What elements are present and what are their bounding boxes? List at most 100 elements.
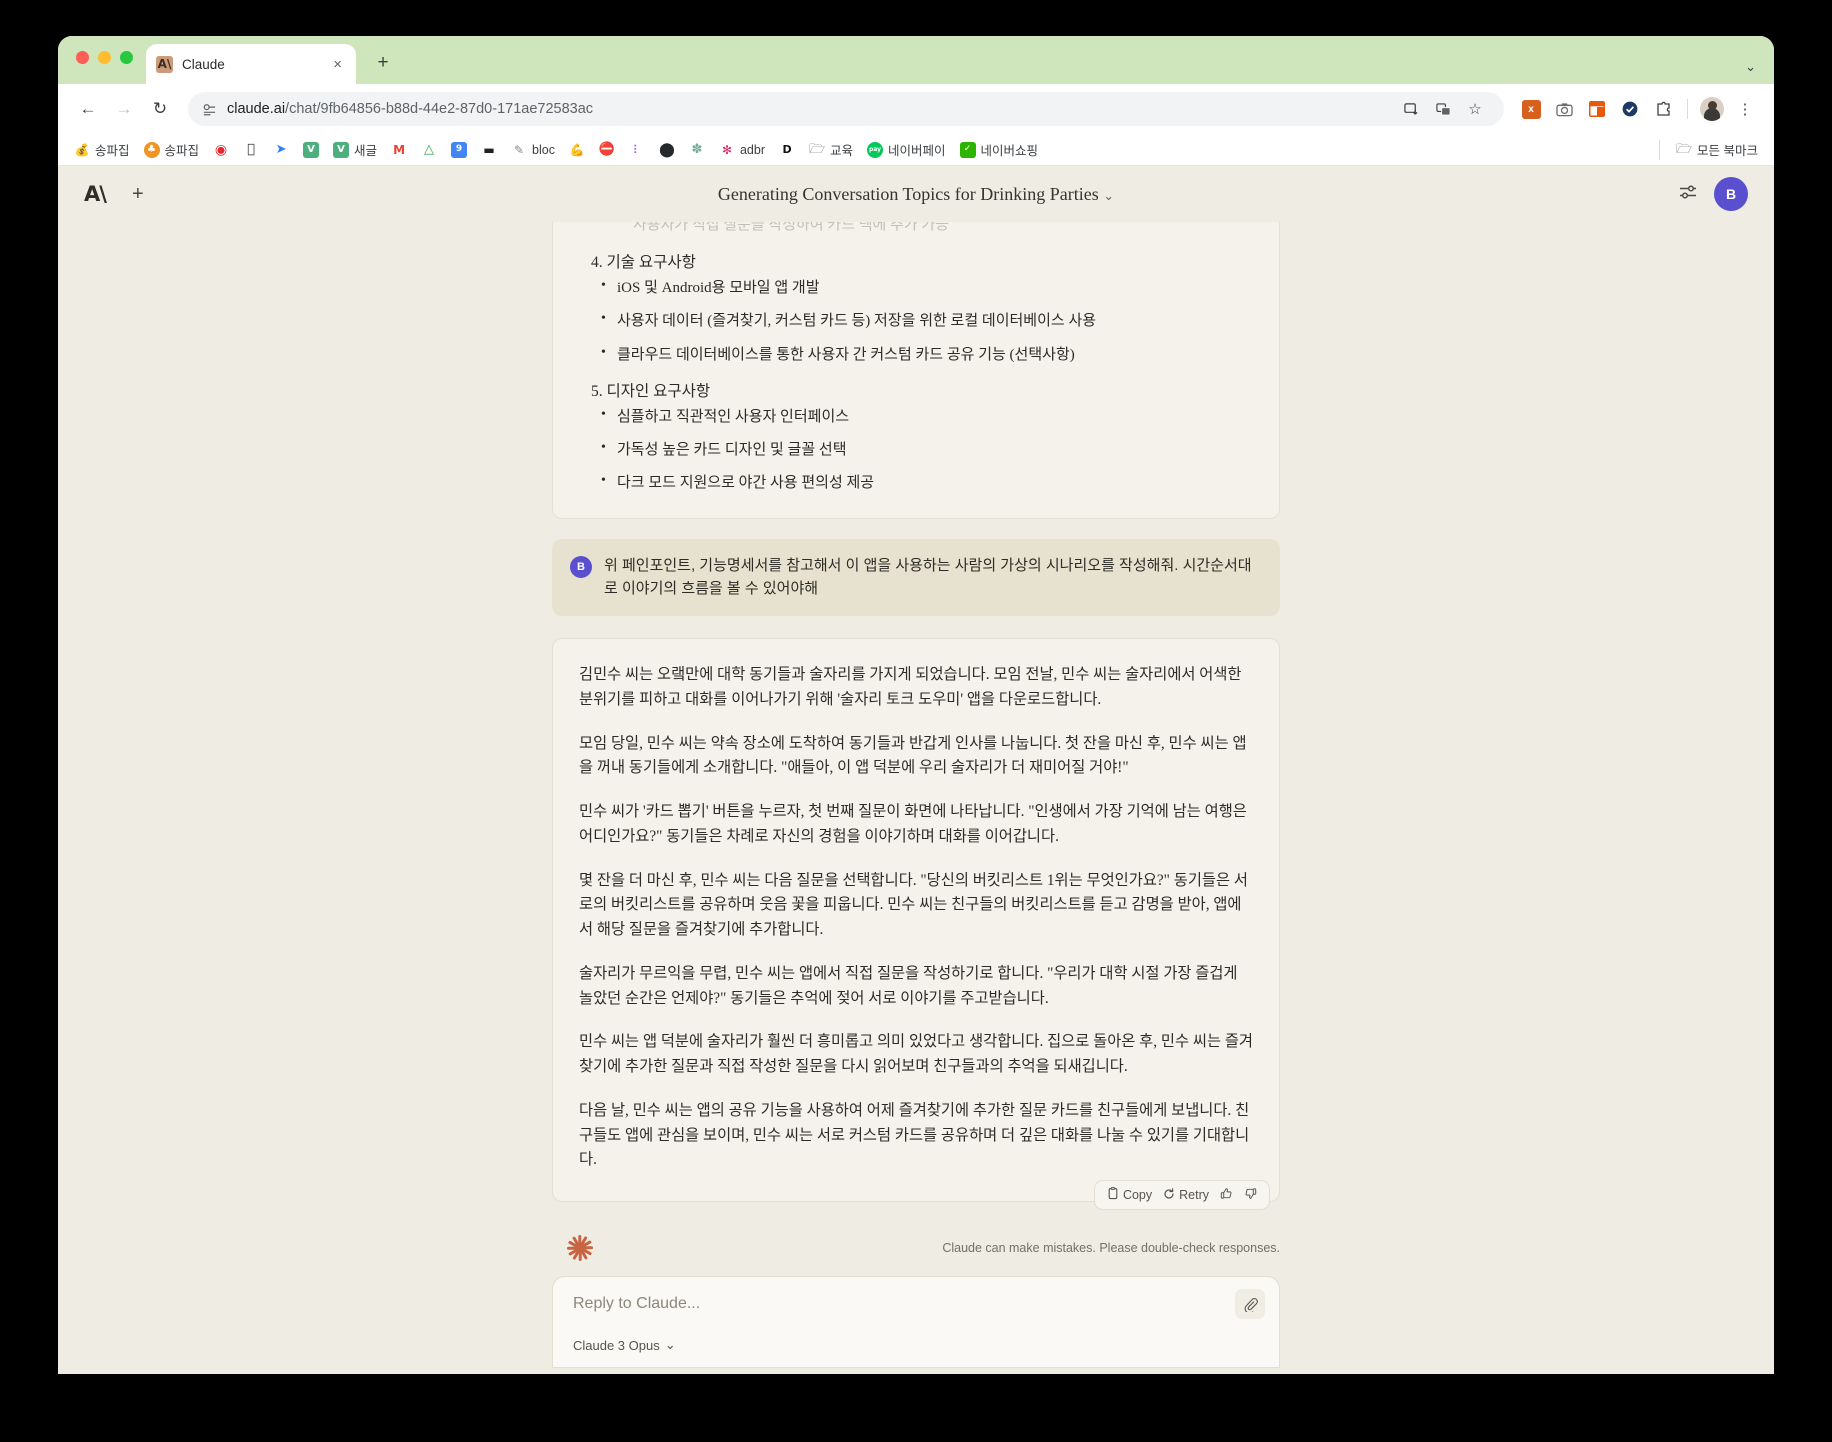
assistant-message: 김민수 씨는 오랰만에 대학 동기들과 술자리를 가지게 되었습니다. 모임 전… — [552, 638, 1280, 1203]
disclaimer-text: Claude can make mistakes. Please double-… — [942, 1241, 1280, 1256]
url-path: /chat/9fb64856-b88d-44e2-87d0-171ae72583… — [285, 101, 594, 117]
check-extension-icon[interactable] — [1615, 94, 1645, 124]
puzzle-extension-icon[interactable] — [1648, 94, 1678, 124]
forward-button[interactable]: → — [108, 93, 140, 125]
user-message: B 위 페인포인트, 기능명세서를 참고해서 이 앱을 사용하는 사람의 가상의… — [552, 538, 1280, 616]
pen-icon: ✎ — [514, 142, 525, 157]
bookmark-item[interactable]: ➤ — [267, 139, 295, 161]
naver-pay-icon: pay — [867, 141, 884, 158]
bookmark-item[interactable]: 💰 송파집 — [68, 137, 136, 162]
velog-icon: V — [333, 141, 350, 158]
excel-extension-icon[interactable]: x — [1516, 94, 1546, 124]
assistant-paragraph: 민수 씨는 앱 덕분에 술자리가 훨씬 더 흥미롭고 의미 있었다고 생각합니다… — [579, 1033, 1253, 1076]
bookmark-item[interactable]: ✽ — [683, 139, 711, 161]
model-selector[interactable]: Claude 3 Opus ⌄ — [573, 1337, 676, 1353]
user-avatar[interactable]: B — [1714, 177, 1748, 211]
bookmark-item[interactable]: ♣ 송파집 — [138, 137, 206, 162]
translate-icon[interactable] — [1428, 94, 1458, 124]
bookmark-item[interactable]: D — [773, 139, 801, 161]
bookmark-star-icon[interactable]: ☆ — [1460, 94, 1490, 124]
new-chat-button[interactable]: + — [132, 183, 144, 206]
list-item: iOS 및 Android용 모바일 앱 개발 — [601, 277, 1255, 298]
no-entry-icon: ⛔ — [598, 142, 616, 157]
message-composer[interactable]: Reply to Claude... Claude 3 Opus ⌄ — [552, 1276, 1280, 1369]
folder-icon: 🗁 — [808, 142, 826, 157]
list-item: 클라우드 데이터베이스를 통한 사용자 간 커스텀 카드 공유 기능 (선택사항… — [601, 343, 1255, 365]
retry-label: Retry — [1179, 1188, 1209, 1203]
header-right: B — [1678, 177, 1748, 211]
slack-icon: ✻ — [721, 142, 733, 157]
bookmark-label: 교육 — [830, 144, 854, 158]
bookmark-item[interactable]: ✓ 네이버쇼핑 — [954, 137, 1045, 162]
chevron-down-icon[interactable]: ⌄ — [1103, 188, 1114, 203]
anthropic-logo-icon[interactable]: A\ — [84, 182, 107, 206]
bookmarks-bar: 💰송파집 ♣송파집 ◉  ➤ V V새글 M △ 9 ▬ ✎bloc 💪 ⛔ … — [58, 134, 1774, 166]
camera-extension-icon[interactable] — [1549, 94, 1579, 124]
bookmark-item[interactable]:  — [237, 139, 265, 161]
bookmark-item[interactable]: ▬ — [475, 139, 503, 161]
avatar[interactable] — [1697, 94, 1727, 124]
bookmark-item[interactable]: 9 — [445, 139, 473, 161]
assistant-paragraph: 술자리가 무르익을 무렵, 민수 씨는 앱에서 직접 질문을 작성하기로 합니다… — [579, 964, 1238, 1007]
bookmark-item[interactable]: ⬤ — [653, 139, 681, 161]
bookmark-item[interactable]: ✎ bloc — [505, 139, 561, 161]
address-bar[interactable]: claude.ai/chat/9fb64856-b88d-44e2-87d0-1… — [188, 92, 1504, 126]
bookmark-item[interactable]: 💪 — [563, 139, 591, 161]
sliders-icon[interactable] — [1678, 182, 1698, 207]
bookmark-item[interactable]: M — [385, 139, 413, 161]
site-info-icon[interactable] — [202, 102, 217, 117]
install-app-icon[interactable] — [1396, 94, 1426, 124]
copy-icon — [1107, 1187, 1119, 1203]
requirement-section: 4. 기술 요구사항 iOS 및 Android용 모바일 앱 개발 사용자 데… — [577, 250, 1255, 365]
close-icon[interactable]: × — [329, 57, 346, 72]
bookmark-item[interactable]: 🗁 교육 — [803, 137, 859, 162]
copy-label: Copy — [1122, 1188, 1153, 1203]
copy-button[interactable]: Copy — [1104, 1187, 1155, 1203]
bookmarks-divider — [1659, 139, 1661, 160]
chevron-down-icon[interactable]: ⌄ — [1745, 59, 1756, 75]
bookmark-item[interactable]: pay 네이버페이 — [861, 137, 952, 162]
all-bookmarks[interactable]: 🗁 모든 북마크 — [1653, 137, 1762, 162]
thumbs-up-icon — [1220, 1187, 1233, 1203]
message-actions: Copy Retry — [552, 1180, 1280, 1211]
section-items: 심플하고 직관적인 사용자 인터페이스 가독성 높은 카드 디자인 및 글꼴 선… — [577, 406, 1255, 494]
retry-button[interactable]: Retry — [1160, 1188, 1212, 1203]
attach-file-button[interactable] — [1235, 1289, 1265, 1320]
bookmark-item[interactable]: V 새글 — [327, 137, 383, 162]
thumbs-down-icon — [1244, 1187, 1257, 1203]
bookmark-item[interactable]: V — [297, 139, 325, 161]
google-calendar-icon: 9 — [451, 141, 468, 158]
requirements-list: 4. 기술 요구사항 iOS 및 Android용 모바일 앱 개발 사용자 데… — [577, 250, 1255, 494]
minimize-window-button[interactable] — [98, 51, 111, 64]
bookmark-item[interactable]: ✻ adbr — [713, 139, 771, 161]
layout-extension-icon[interactable] — [1582, 94, 1612, 124]
section-heading: 4. 기술 요구사항 — [591, 254, 696, 271]
back-button[interactable]: ← — [72, 93, 104, 125]
maximize-window-button[interactable] — [120, 51, 133, 64]
claude-app: • 사용자가 직접 질문을 작성하여 카드 덱에 추가 가능 4. 기술 요구사… — [58, 166, 1774, 1374]
user-avatar: B — [570, 555, 592, 578]
conversation-scroll-area[interactable]: • 사용자가 직접 질문을 작성하여 카드 덱에 추가 가능 4. 기술 요구사… — [58, 166, 1774, 1374]
bookmark-label: bloc — [532, 142, 555, 157]
browser-tab-claude[interactable]: A\ Claude × — [146, 44, 356, 84]
anthropic-logo-icon: A\ — [156, 55, 173, 73]
bookmark-item[interactable]: ⠇ — [623, 139, 651, 161]
thumbs-up-button[interactable] — [1217, 1187, 1236, 1203]
reload-button[interactable]: ↻ — [144, 93, 176, 125]
bookmark-item[interactable]: ⛔ — [593, 139, 621, 161]
browser-menu-icon[interactable]: ⋮ — [1730, 94, 1760, 124]
reply-input[interactable]: Reply to Claude... — [573, 1295, 1259, 1313]
thumbs-down-button[interactable] — [1241, 1187, 1260, 1203]
apple-icon:  — [243, 142, 259, 158]
money-bag-icon: 💰 — [74, 142, 90, 157]
folder-icon: 🗁 — [1675, 142, 1693, 157]
page-title[interactable]: Generating Conversation Topics for Drink… — [58, 184, 1774, 205]
conversation-footer: Claude can make mistakes. Please double-… — [552, 1226, 1280, 1270]
bookmark-item[interactable]: △ — [415, 139, 443, 161]
browser-toolbar: ← → ↻ claude.ai/chat/9fb64856-b88d-44e2-… — [58, 84, 1774, 134]
bookmark-item[interactable]: ◉ — [207, 139, 235, 161]
close-window-button[interactable] — [76, 51, 89, 64]
chat-title-text: Generating Conversation Topics for Drink… — [717, 183, 1099, 204]
bookmark-label: 송파집 — [95, 144, 130, 158]
new-tab-button[interactable]: + — [370, 50, 396, 76]
